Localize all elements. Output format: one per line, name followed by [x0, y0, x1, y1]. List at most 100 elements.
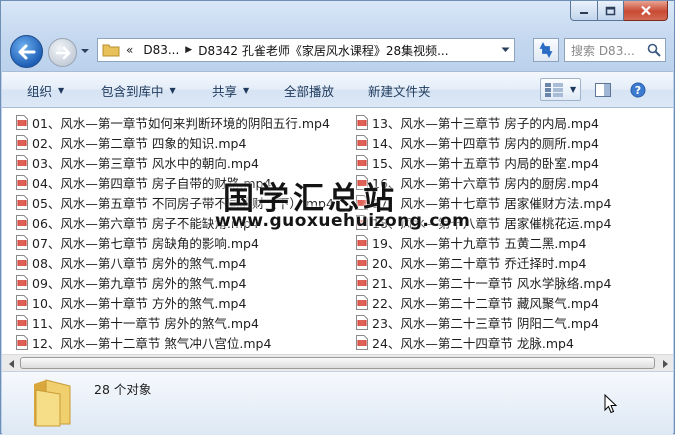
refresh-button[interactable] [533, 38, 559, 62]
file-name: 19、风水—第十九章节 五黄二黑.mp4 [372, 235, 587, 251]
forward-button[interactable] [48, 38, 77, 67]
file-item[interactable]: 14、风水—第十四章节 房内的厕所.mp4 [356, 132, 599, 152]
play-all-label: 全部播放 [284, 83, 335, 99]
file-name: 13、风水—第十三章节 房子的内局.mp4 [372, 115, 599, 131]
video-file-icon [356, 194, 368, 210]
file-item[interactable]: 03、风水—第三章节 风水中的朝向.mp4 [16, 152, 259, 172]
file-item[interactable]: 02、风水—第二章节 四象的知识.mp4 [16, 132, 246, 152]
share-menu[interactable]: 共享 ▼ [212, 72, 249, 108]
file-item[interactable]: 06、风水—第六章节 房子不能缺角.mp4 [16, 212, 259, 232]
file-name: 10、风水—第十章节 方外的煞气.mp4 [32, 295, 247, 311]
file-item[interactable]: 19、风水—第十九章节 五黄二黑.mp4 [356, 232, 586, 252]
file-name: 04、风水—第四章节 房子自带的财路.mp4 [32, 175, 272, 191]
chevron-down-icon [81, 49, 89, 53]
file-name: 05、风水—第五章节 不同房子带不同的财（下）.mp4 [32, 195, 334, 211]
new-folder-button[interactable]: 新建文件夹 [368, 72, 431, 108]
file-item[interactable]: 04、风水—第四章节 房子自带的财路.mp4 [16, 172, 271, 192]
minimize-button[interactable] [570, 1, 598, 21]
view-list-icon [545, 82, 563, 97]
video-file-icon [356, 214, 368, 230]
file-item[interactable]: 10、风水—第十章节 方外的煞气.mp4 [16, 292, 246, 312]
folder-icon [102, 44, 120, 57]
video-file-icon [16, 334, 28, 350]
arrow-left-icon [18, 44, 35, 59]
minimize-icon [580, 11, 588, 14]
preview-pane-button[interactable] [591, 78, 615, 101]
file-name: 21、风水—第二十一章节 风水学脉络.mp4 [372, 275, 612, 291]
file-name: 24、风水—第二十四章节 龙脉.mp4 [372, 335, 574, 351]
chevron-down-icon: ▼ [169, 85, 176, 95]
breadcrumb-item-parent[interactable]: D83... [143, 43, 179, 57]
details-pane: 28 个对象 [2, 371, 673, 435]
video-file-icon [16, 194, 28, 210]
file-name: 12、风水—第十二章节 煞气冲八宫位.mp4 [32, 335, 272, 351]
file-item[interactable]: 05、风水—第五章节 不同房子带不同的财（下）.mp4 [16, 192, 334, 212]
file-item[interactable]: 20、风水—第二十章节 乔迁择时.mp4 [356, 252, 586, 272]
file-name: 11、风水—第十一章节 房外的煞气.mp4 [32, 315, 259, 331]
video-file-icon [16, 114, 28, 130]
chevron-right-icon[interactable]: ▶ [185, 45, 192, 55]
change-view-button[interactable]: ▼ [540, 78, 581, 101]
help-button[interactable]: ? [626, 78, 650, 101]
play-all-button[interactable]: 全部播放 [284, 72, 334, 108]
explorer-window: « D83... ▶ D8342 孔雀老师《家居风水课程》28集视频... 搜索… [0, 0, 675, 435]
chevron-down-icon[interactable]: ▼ [570, 85, 576, 94]
file-item[interactable]: 24、风水—第二十四章节 龙脉.mp4 [356, 332, 574, 352]
file-item[interactable]: 08、风水—第八章节 房外的煞气.mp4 [16, 252, 246, 272]
scroll-right-button[interactable] [656, 355, 673, 372]
chevron-down-icon [501, 47, 509, 52]
file-item[interactable]: 07、风水—第七章节 房缺角的影响.mp4 [16, 232, 259, 252]
close-button[interactable] [624, 1, 668, 21]
file-name: 17、风水—第十七章节 居家催财方法.mp4 [372, 195, 612, 211]
file-item[interactable]: 22、风水—第二十二章节 藏风聚气.mp4 [356, 292, 599, 312]
search-box[interactable]: 搜索 D83... [564, 38, 666, 62]
video-file-icon [16, 174, 28, 190]
file-item[interactable]: 09、风水—第九章节 房外的煞气.mp4 [16, 272, 246, 292]
video-file-icon [356, 114, 368, 130]
breadcrumb-overflow[interactable]: « [126, 43, 133, 57]
file-item[interactable]: 16、风水—第十六章节 房内的厨房.mp4 [356, 172, 599, 192]
file-item[interactable]: 17、风水—第十七章节 居家催财方法.mp4 [356, 192, 611, 212]
video-file-icon [16, 214, 28, 230]
file-item[interactable]: 12、风水—第十二章节 煞气冲八宫位.mp4 [16, 332, 271, 352]
file-item[interactable]: 13、风水—第十三章节 房子的内局.mp4 [356, 112, 599, 132]
file-list: 01、风水—第一章节如何来判断环境的阴阳五行.mp4 02、风水—第二章节 四象的… [2, 108, 673, 357]
file-name: 03、风水—第三章节 风水中的朝向.mp4 [32, 155, 259, 171]
scroll-left-button[interactable] [3, 355, 20, 372]
arrow-left-icon [8, 359, 14, 368]
file-item[interactable]: 18、风水—第十八章节 居家催桃花运.mp4 [356, 212, 611, 232]
organize-menu[interactable]: 组织 ▼ [27, 72, 64, 108]
file-item[interactable]: 23、风水—第二十三章节 阴阳二气.mp4 [356, 312, 599, 332]
back-button[interactable] [10, 35, 43, 68]
address-dropdown-button[interactable] [495, 39, 514, 61]
file-item[interactable]: 11、风水—第十一章节 房外的煞气.mp4 [16, 312, 259, 332]
help-icon: ? [630, 82, 646, 97]
file-name: 02、风水—第二章节 四象的知识.mp4 [32, 135, 247, 151]
breadcrumb-item-current[interactable]: D8342 孔雀老师《家居风水课程》28集视频... [198, 42, 448, 59]
file-name: 23、风水—第二十三章节 阴阳二气.mp4 [372, 315, 599, 331]
video-file-icon [356, 334, 368, 350]
video-file-icon [356, 174, 368, 190]
video-file-icon [356, 314, 368, 330]
caption-buttons [570, 1, 668, 21]
share-label: 共享 [212, 83, 238, 99]
file-name: 06、风水—第六章节 房子不能缺角.mp4 [32, 215, 259, 231]
include-library-menu[interactable]: 包含到库中 ▼ [101, 72, 176, 108]
refresh-icon [539, 42, 553, 58]
maximize-button[interactable] [598, 1, 624, 21]
file-item[interactable]: 01、风水—第一章节如何来判断环境的阴阳五行.mp4 [16, 112, 330, 132]
file-item[interactable]: 15、风水—第十五章节 内局的卧室.mp4 [356, 152, 599, 172]
file-name: 22、风水—第二十二章节 藏风聚气.mp4 [372, 295, 599, 311]
file-name: 07、风水—第七章节 房缺角的影响.mp4 [32, 235, 259, 251]
scroll-thumb[interactable] [20, 357, 655, 369]
horizontal-scrollbar[interactable] [2, 354, 673, 372]
address-bar[interactable]: « D83... ▶ D8342 孔雀老师《家居风水课程》28集视频... [97, 38, 515, 62]
recent-pages-dropdown[interactable] [80, 45, 90, 57]
folder-icon [34, 379, 71, 427]
file-item[interactable]: 21、风水—第二十一章节 风水学脉络.mp4 [356, 272, 611, 292]
arrow-right-icon [662, 359, 668, 368]
search-icon[interactable] [647, 43, 661, 57]
video-file-icon [356, 134, 368, 150]
search-input[interactable]: 搜索 D83... [571, 42, 635, 59]
command-bar: 组织 ▼ 包含到库中 ▼ 共享 ▼ 全部播放 新建文件夹 ▼ ? [2, 71, 673, 108]
